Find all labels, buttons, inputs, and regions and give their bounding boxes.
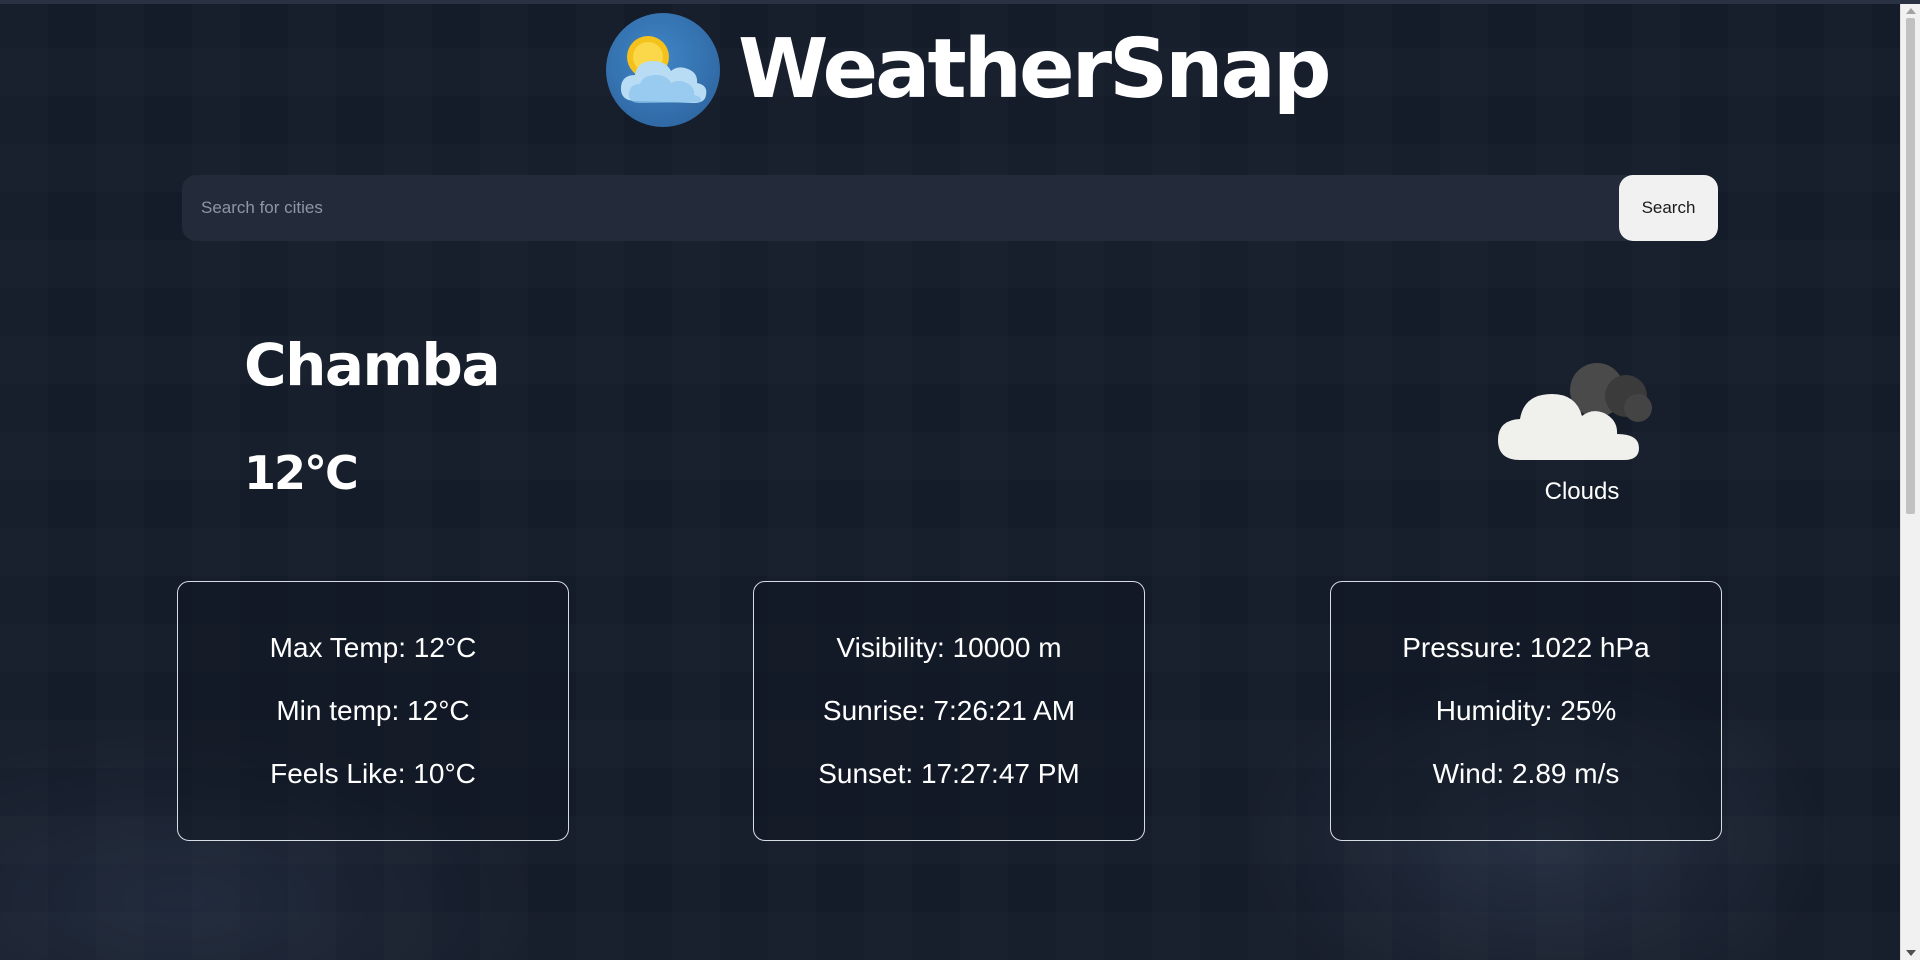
max-temp: Max Temp: 12°C	[269, 632, 477, 663]
sun-visibility-card: Visibility: 10000 m Sunrise: 7:26:21 AM …	[753, 581, 1145, 841]
pressure: Pressure: 1022 hPa	[1402, 632, 1650, 663]
condition-label: Clouds	[1544, 478, 1620, 505]
temperature-details-card: Max Temp: 12°C Min temp: 12°C Feels Like…	[177, 581, 569, 841]
app-header: WeatherSnap	[606, 12, 1332, 128]
feels-like: Feels Like: 10°C	[270, 758, 476, 789]
scrollbar-thumb[interactable]	[1906, 18, 1915, 514]
scroll-down-arrow-icon[interactable]	[1906, 950, 1916, 956]
sunset: Sunset: 17:27:47 PM	[818, 758, 1080, 789]
min-temp: Min temp: 12°C	[276, 695, 470, 726]
current-temperature: 12°C	[244, 446, 359, 500]
app-title: WeatherSnap	[738, 22, 1332, 117]
search-bar: Search	[182, 175, 1718, 241]
search-button[interactable]: Search	[1619, 175, 1718, 241]
humidity: Humidity: 25%	[1435, 695, 1617, 726]
clouds-icon	[1494, 350, 1670, 462]
city-name: Chamba	[244, 331, 501, 399]
scroll-up-arrow-icon[interactable]	[1906, 8, 1916, 14]
window-top-strip	[0, 0, 1920, 4]
sun-cloud-logo-icon	[606, 13, 720, 127]
vertical-scrollbar[interactable]	[1900, 4, 1920, 960]
atmosphere-card: Pressure: 1022 hPa Humidity: 25% Wind: 2…	[1330, 581, 1722, 841]
visibility: Visibility: 10000 m	[836, 632, 1062, 663]
search-input[interactable]	[182, 175, 1618, 241]
wind: Wind: 2.89 m/s	[1432, 758, 1620, 789]
sunrise: Sunrise: 7:26:21 AM	[822, 695, 1076, 726]
